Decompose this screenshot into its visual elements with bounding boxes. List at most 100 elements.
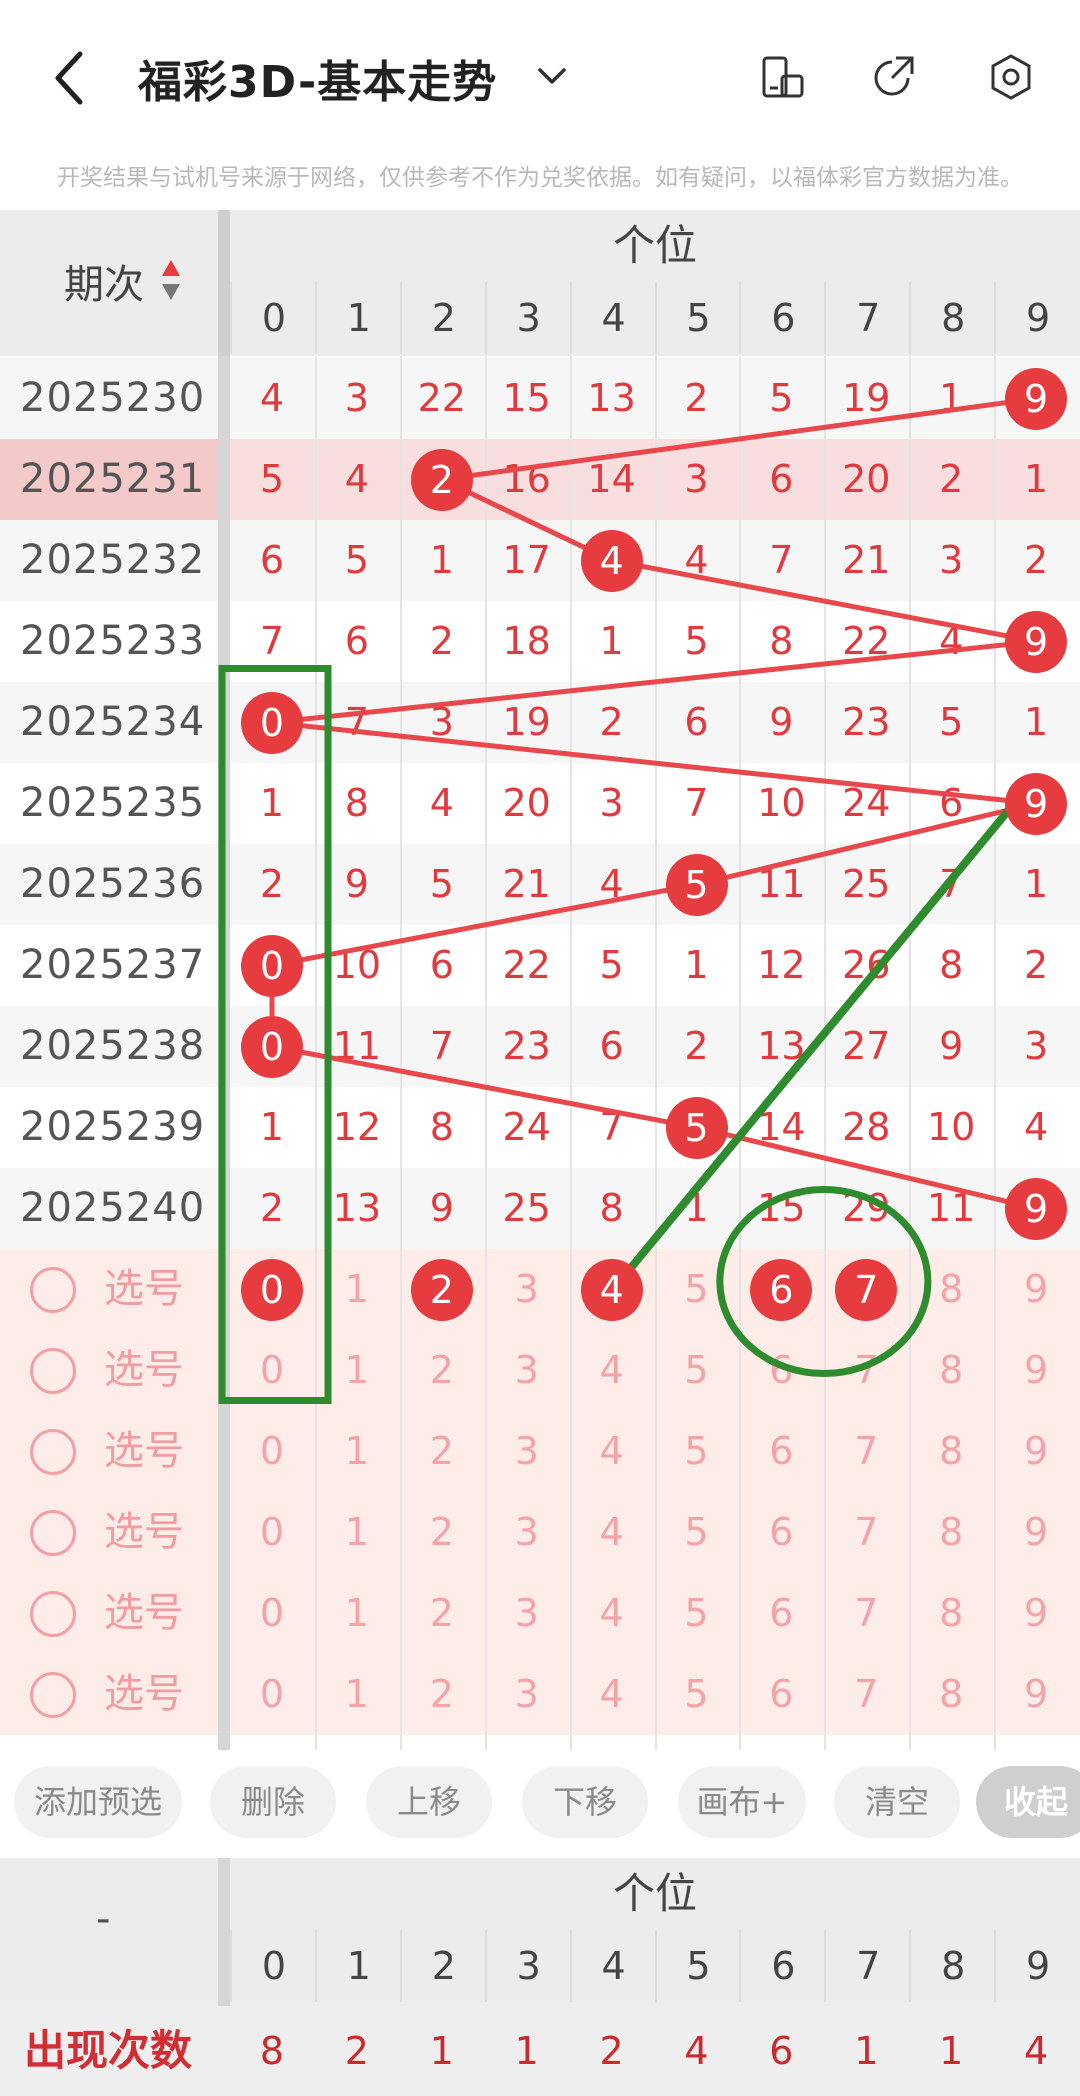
table-row[interactable]: 2025230 4 3 22 15 13 2 5 19 1 xyxy=(0,358,1080,439)
select-number[interactable]: 8 xyxy=(909,1411,993,1492)
table-row[interactable]: 2025235 1 8 4 20 3 7 10 24 6 xyxy=(0,763,1080,844)
select-radio[interactable] xyxy=(30,1672,76,1718)
select-number[interactable]: 3 xyxy=(485,1330,569,1411)
selected-number-ball[interactable]: 6 xyxy=(750,1258,813,1321)
select-number[interactable]: 0 xyxy=(230,1492,314,1573)
move-down-button[interactable]: 下移 xyxy=(522,1766,648,1838)
delete-button[interactable]: 删除 xyxy=(210,1766,336,1838)
select-number[interactable]: 8 xyxy=(909,1573,993,1654)
select-radio[interactable] xyxy=(30,1348,76,1394)
select-number[interactable]: 7 xyxy=(824,1411,908,1492)
select-number[interactable]: 9 xyxy=(994,1492,1078,1573)
table-row[interactable]: 2025236 2 9 5 21 4 11 25 7 1 xyxy=(0,844,1080,925)
select-number[interactable]: 1 xyxy=(315,1654,399,1735)
select-number[interactable]: 3 xyxy=(485,1573,569,1654)
select-number[interactable]: 6 xyxy=(739,1492,823,1573)
select-radio[interactable] xyxy=(30,1510,76,1556)
table-row[interactable]: 2025240 2 13 9 25 8 1 15 29 11 xyxy=(0,1168,1080,1249)
select-number[interactable]: 4 xyxy=(570,1411,654,1492)
dropdown-chevron-icon[interactable] xyxy=(534,58,570,94)
select-label[interactable]: 选号 xyxy=(104,1249,184,1330)
table-row[interactable]: 2025233 7 6 2 18 1 5 8 22 4 xyxy=(0,601,1080,682)
table-row[interactable]: 2025237 10 6 22 5 1 12 26 8 2 xyxy=(0,925,1080,1006)
select-number[interactable]: 6 xyxy=(739,1411,823,1492)
select-number[interactable]: 2 xyxy=(400,1411,484,1492)
select-number[interactable]: 2 xyxy=(400,1573,484,1654)
select-number[interactable]: 6 xyxy=(739,1654,823,1735)
stats-group-header: 个位 xyxy=(612,1869,697,1918)
canvas-add-button[interactable]: 画布+ xyxy=(678,1766,806,1838)
table-row[interactable]: 2025239 1 12 8 24 7 14 28 10 4 xyxy=(0,1087,1080,1168)
select-number[interactable]: 3 xyxy=(485,1411,569,1492)
select-number[interactable]: 0 xyxy=(230,1330,314,1411)
select-number[interactable]: 0 xyxy=(230,1654,314,1735)
select-number[interactable]: 1 xyxy=(315,1411,399,1492)
select-number[interactable]: 7 xyxy=(824,1492,908,1573)
select-number[interactable]: 1 xyxy=(315,1492,399,1573)
select-label[interactable]: 选号 xyxy=(104,1411,184,1492)
select-number[interactable]: 6 xyxy=(739,1330,823,1411)
select-number[interactable]: 4 xyxy=(570,1573,654,1654)
trend-cell: 3 xyxy=(344,376,369,420)
selected-number-ball[interactable]: 7 xyxy=(835,1258,898,1321)
select-number[interactable]: 9 xyxy=(994,1654,1078,1735)
select-number[interactable]: 8 xyxy=(909,1492,993,1573)
select-number[interactable]: 0 xyxy=(230,1573,314,1654)
select-number[interactable]: 4 xyxy=(570,1330,654,1411)
select-label[interactable]: 选号 xyxy=(104,1573,184,1654)
select-number[interactable]: 7 xyxy=(824,1654,908,1735)
select-number[interactable]: 9 xyxy=(994,1411,1078,1492)
select-number[interactable]: 8 xyxy=(909,1654,993,1735)
select-number[interactable]: 4 xyxy=(570,1492,654,1573)
select-number[interactable]: 3 xyxy=(485,1654,569,1735)
add-preselect-button[interactable]: 添加预选 xyxy=(14,1766,182,1838)
select-number[interactable]: 5 xyxy=(655,1330,739,1411)
select-radio[interactable] xyxy=(30,1429,76,1475)
phone-icon[interactable] xyxy=(758,52,808,102)
select-number[interactable]: 2 xyxy=(400,1330,484,1411)
select-number[interactable]: 5 xyxy=(655,1654,739,1735)
sort-icon[interactable] xyxy=(160,256,182,306)
share-icon[interactable] xyxy=(868,52,918,102)
move-up-button[interactable]: 上移 xyxy=(366,1766,492,1838)
table-row[interactable]: 2025234 7 3 19 2 6 9 23 5 1 xyxy=(0,682,1080,763)
select-number[interactable]: 2 xyxy=(400,1492,484,1573)
select-label[interactable]: 选号 xyxy=(104,1492,184,1573)
select-number[interactable]: 3 xyxy=(485,1249,569,1330)
select-number[interactable]: 9 xyxy=(994,1573,1078,1654)
collapse-button[interactable]: 收起 xyxy=(976,1766,1080,1838)
select-number[interactable]: 5 xyxy=(655,1573,739,1654)
selected-number-ball[interactable]: 2 xyxy=(410,1258,473,1321)
select-number[interactable]: 7 xyxy=(824,1330,908,1411)
select-number[interactable]: 1 xyxy=(315,1330,399,1411)
period-column-header[interactable]: 期次 xyxy=(64,252,144,310)
select-radio[interactable] xyxy=(30,1591,76,1637)
select-number[interactable]: 9 xyxy=(994,1249,1078,1330)
select-number[interactable]: 6 xyxy=(739,1573,823,1654)
table-row[interactable]: 2025231 5 4 16 14 3 6 20 2 1 xyxy=(0,439,1080,520)
select-label[interactable]: 选号 xyxy=(104,1654,184,1735)
select-number[interactable]: 0 xyxy=(230,1411,314,1492)
select-label[interactable]: 选号 xyxy=(104,1330,184,1411)
select-number[interactable]: 5 xyxy=(655,1492,739,1573)
select-radio[interactable] xyxy=(30,1267,76,1313)
clear-button[interactable]: 清空 xyxy=(834,1766,960,1838)
selected-number-ball[interactable]: 0 xyxy=(241,1258,303,1321)
select-number[interactable]: 1 xyxy=(315,1573,399,1654)
select-number[interactable]: 3 xyxy=(485,1492,569,1573)
select-number[interactable]: 9 xyxy=(994,1330,1078,1411)
select-number[interactable]: 4 xyxy=(570,1654,654,1735)
select-number[interactable]: 5 xyxy=(655,1411,739,1492)
select-number[interactable]: 2 xyxy=(400,1654,484,1735)
select-number[interactable]: 8 xyxy=(909,1249,993,1330)
settings-icon[interactable] xyxy=(986,52,1036,102)
select-number[interactable]: 5 xyxy=(655,1249,739,1330)
back-arrow-icon[interactable] xyxy=(48,50,92,106)
select-number[interactable]: 1 xyxy=(315,1249,399,1330)
select-number[interactable]: 8 xyxy=(909,1330,993,1411)
selected-number-ball[interactable]: 4 xyxy=(580,1258,643,1321)
page-title[interactable]: 福彩3D-基本走势 xyxy=(138,46,497,110)
select-number[interactable]: 7 xyxy=(824,1573,908,1654)
table-row[interactable]: 2025232 6 5 1 17 4 7 21 3 2 xyxy=(0,520,1080,601)
table-row[interactable]: 2025238 11 7 23 6 2 13 27 9 3 xyxy=(0,1006,1080,1087)
